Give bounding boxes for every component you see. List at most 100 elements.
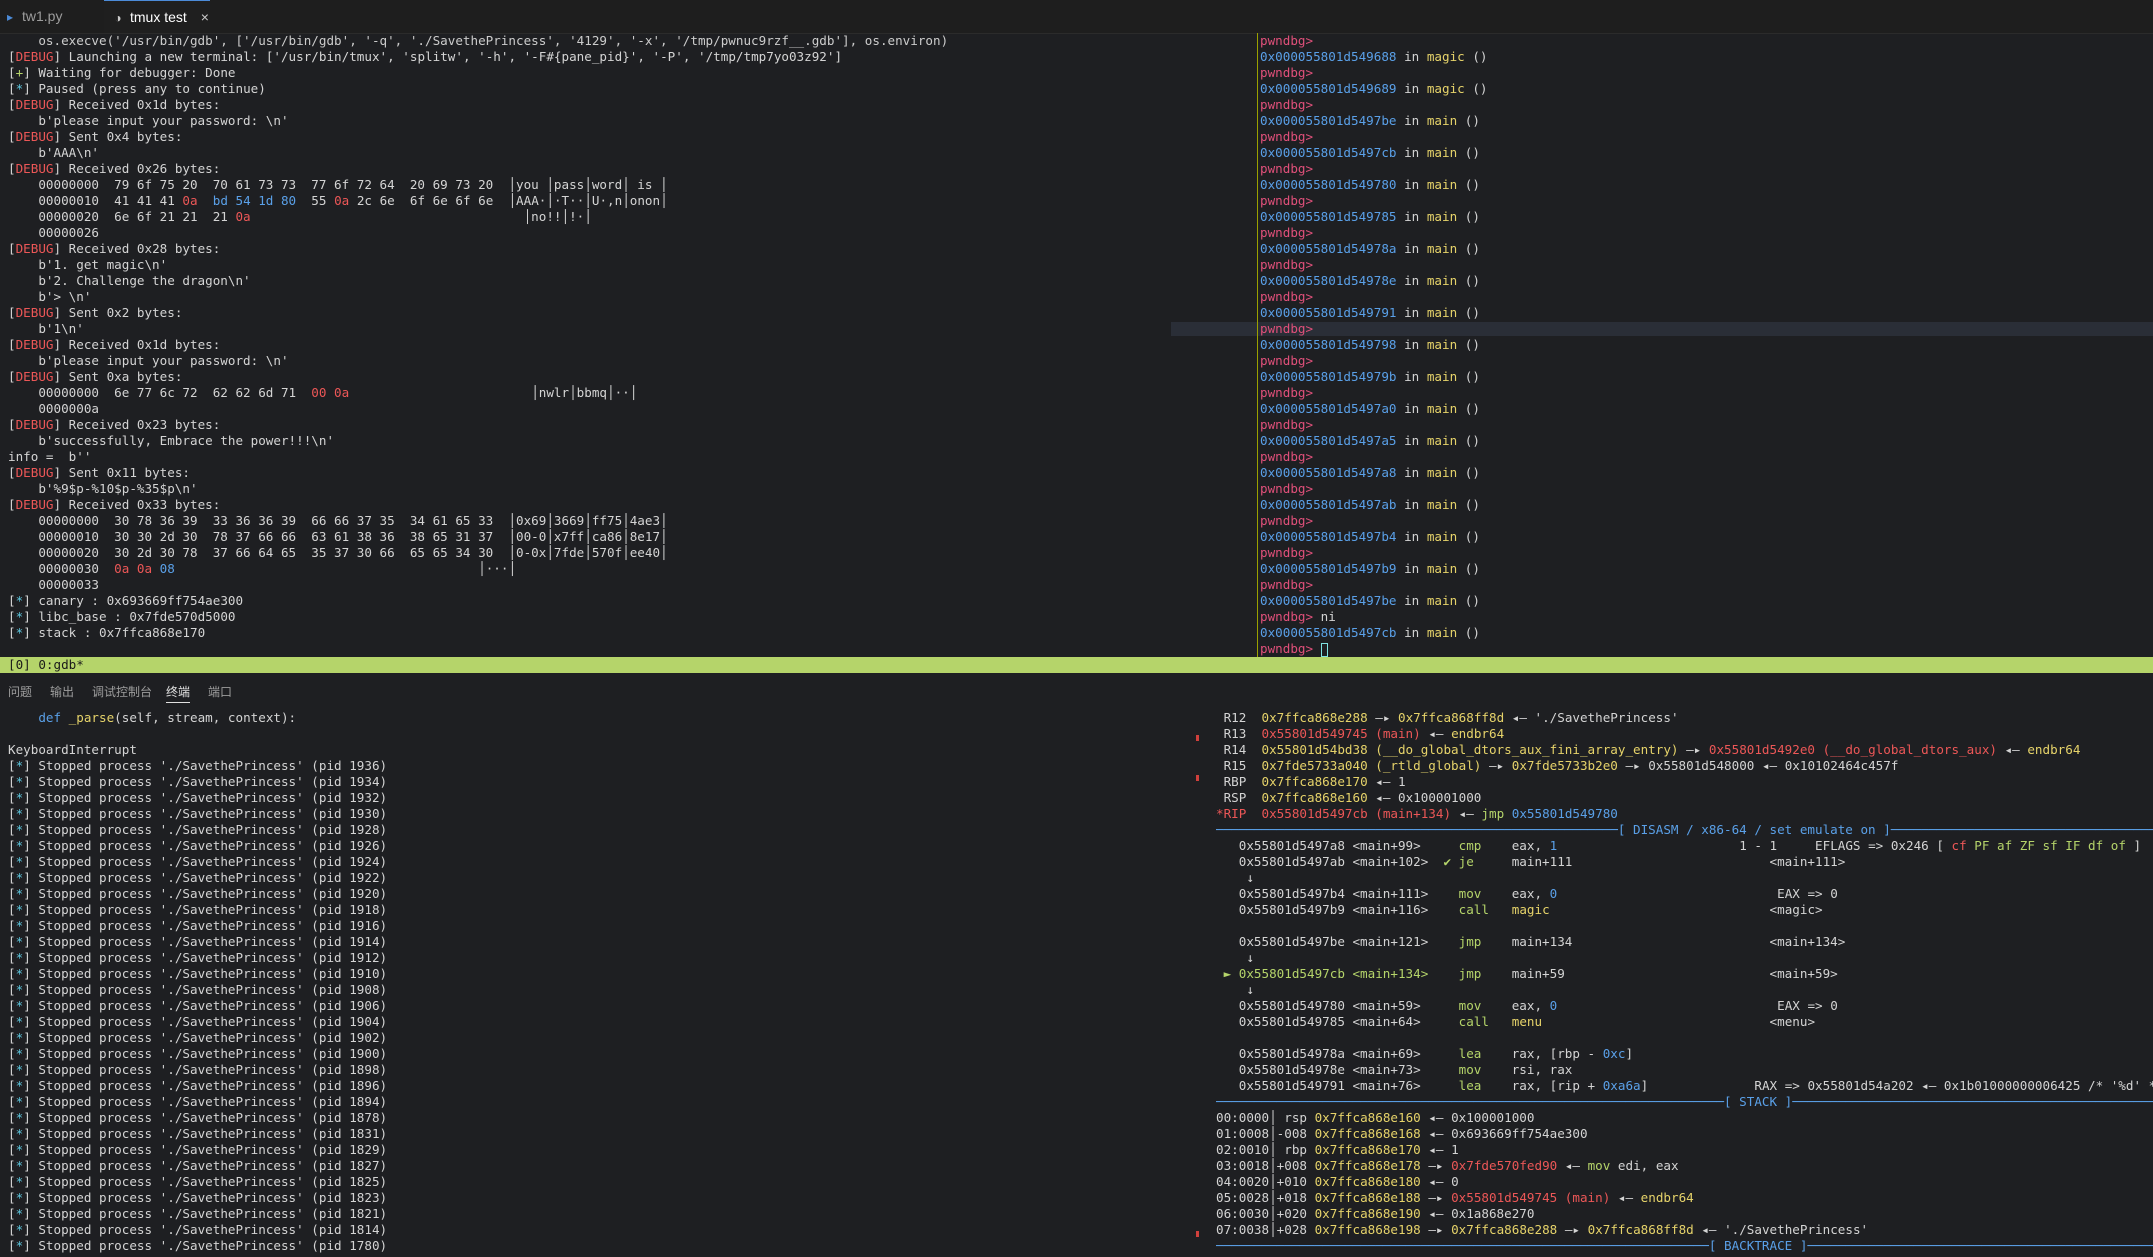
terminal-text: main+134 <main+134> [1481,934,1846,949]
terminal-text: DEBUG [15,417,54,432]
terminal-text: 0a [334,193,350,208]
change-marker [1196,735,1199,741]
terminal-text: [ [8,337,16,352]
terminal-text: 0a [235,209,251,224]
terminal-text: [ [8,369,16,384]
terminal-text: —▸ [1678,742,1709,757]
terminal-line: 0x55801d5497be <main+121> jmp main+134 <… [1216,934,2153,950]
panel-tab-0[interactable]: 问题 [8,682,32,702]
terminal-line: 00000020 6e 6f 21 21 21 0a │no!!│!·│ [8,209,1248,225]
panel-tab-1[interactable]: 输出 [50,682,74,702]
function-parens: () [1457,561,1480,576]
pwndbg-prompt: pwndbg> [1260,289,1321,304]
terminal-text: [ [8,97,16,112]
terminal-text: [ [8,1190,16,1205]
panel-tab-3[interactable]: 终端 [166,682,191,703]
tab-tw1-py[interactable]: ▸ tw1.py [0,0,102,33]
terminal-text: ↓ [1216,982,1254,997]
terminal-text: rax, [rbp - [1481,1046,1603,1061]
terminal-line: ────────────────────────────────────────… [1216,1238,2153,1254]
terminal-text: │···│ [174,561,517,576]
instruction-address: 0x000055801d5497a0 [1260,401,1397,416]
terminal-text: 06:0030│+020 [1216,1206,1315,1221]
terminal-text: <magic> [1549,902,1823,917]
terminal-text: [ [8,161,16,176]
pwndbg-prompt: pwndbg> [1260,97,1321,112]
function-parens: () [1457,625,1480,640]
terminal-line: [*] Stopped process './SavethePrincess' … [8,1110,1188,1126]
terminal-text: b'> \n' [8,289,92,304]
terminal-text: 0x55801d549745 (main) [1451,1190,1611,1205]
terminal-text: DEBUG [15,369,54,384]
tab-tmux-test[interactable]: ◑ tmux test × [104,0,210,33]
terminal-text: 0x7ffca868e178 [1314,1158,1421,1173]
terminal-text: ] Stopped process './SavethePrincess' (p… [23,838,388,853]
terminal-text: 00000026 [8,225,99,240]
terminal-line: b'1\n' [8,321,1248,337]
instruction-address: 0x000055801d5497ab [1260,497,1397,512]
terminal-text: 0xc [1602,1046,1626,1061]
terminal-line: 03:0018│+008 0x7ffca868e178 —▸ 0x7fde570… [1216,1158,2153,1174]
pwndbg-prompt-line: pwndbg> ni [1260,609,2150,625]
terminal-text: —▸ [1420,1190,1452,1205]
terminal-text: b'AAA\n' [8,145,99,160]
terminal-text: 0x55801d549780 [1504,806,1618,821]
terminal-line: [*] Stopped process './SavethePrincess' … [8,918,1188,934]
change-marker [1196,1231,1199,1237]
terminal-icon: ◑ [114,11,122,25]
terminal-line: 00000030 0a 0a 08 │···│ [8,561,1248,577]
terminal-pane-pwndbg[interactable]: pwndbg> 0x000055801d549688 in magic () pw… [1260,33,2150,657]
terminal-text: ] Stopped process './SavethePrincess' (p… [23,998,388,1013]
terminal-text: ] Received 0x1d bytes: [53,337,221,352]
instruction-address: 0x000055801d549780 [1260,177,1397,192]
instruction-address: 0x000055801d5497be [1260,593,1397,608]
terminal-text: 0x7ffca868e190 [1314,1206,1421,1221]
pwndbg-prompt: pwndbg> [1260,193,1321,208]
terminal-line: 01:0008│-008 0x7ffca868e168 ◂— 0x693669f… [1216,1126,2153,1142]
terminal-line: [DEBUG] Sent 0x4 bytes: [8,129,1248,145]
terminal-text: DEBUG [15,465,54,480]
terminal-text: [ [8,1110,16,1125]
terminal-text: b'please input your password: \n' [8,113,289,128]
terminal-text: 0x7ffca868ff8d [1398,710,1505,725]
pwndbg-prompt-line: pwndbg> [1260,289,2150,305]
terminal-line: R13 0x55801d549745 (main) ◂— endbr64 [1216,726,2153,742]
terminal-line: [*] Stopped process './SavethePrincess' … [8,758,1188,774]
terminal-text: ] Stopped process './SavethePrincess' (p… [23,902,388,917]
terminal-line: b'%9$p-%10$p-%35$p\n' [8,481,1248,497]
terminal-text: endbr64 [2027,742,2081,757]
terminal-line: *RIP 0x55801d5497cb (main+134) ◂— jmp 0x… [1216,806,2153,822]
terminal-pane-pwntools[interactable]: os.execve('/usr/bin/gdb', ['/usr/bin/gdb… [8,33,1248,657]
terminal-text: jmp [1458,934,1482,949]
function-parens: () [1464,49,1488,64]
panel-tab-2[interactable]: 调试控制台 [92,682,152,702]
terminal-text: ◂— [1996,742,2028,757]
function-parens: () [1464,81,1488,96]
function-name: main [1426,145,1458,160]
instruction-address: 0x000055801d549688 [1260,49,1397,64]
function-parens: () [1457,273,1480,288]
terminal-pane-context[interactable]: R12 0x7ffca868e288 —▸ 0x7ffca868ff8d ◂— … [1216,710,2153,1257]
pwndbg-location-line: 0x000055801d549798 in main () [1260,337,2150,353]
close-icon[interactable]: × [201,9,209,25]
function-parens: () [1457,369,1480,384]
tab-label: tmux test [130,9,187,25]
terminal-cursor[interactable] [1320,642,1328,657]
panel-tab-4[interactable]: 端口 [208,682,232,702]
terminal-pane-output[interactable]: def _parse(self, stream, context): Keyboa… [8,710,1188,1257]
terminal-text: 0x55801d54978e <main+73> [1216,1062,1459,1077]
terminal-line: [*] stack : 0x7ffca868e170 [8,625,1248,641]
terminal-text: —▸ [1420,1158,1452,1173]
terminal-text: ] Stopped process './SavethePrincess' (p… [23,870,388,885]
terminal-text: 01:0008│-008 [1216,1126,1315,1141]
pwndbg-prompt: pwndbg> [1260,257,1321,272]
instruction-address: 0x000055801d5497a8 [1260,465,1397,480]
pwndbg-prompt-line: pwndbg> [1260,97,2150,113]
terminal-text: │nwlr│bbmq│··│ [349,385,638,400]
terminal-text: 03:0018│+008 [1216,1158,1315,1173]
terminal-text: [ [8,1174,16,1189]
terminal-line: 0x55801d5497b9 <main+116> call magic <ma… [1216,902,2153,918]
terminal-line: 05:0028│+018 0x7ffca868e188 —▸ 0x55801d5… [1216,1190,2153,1206]
